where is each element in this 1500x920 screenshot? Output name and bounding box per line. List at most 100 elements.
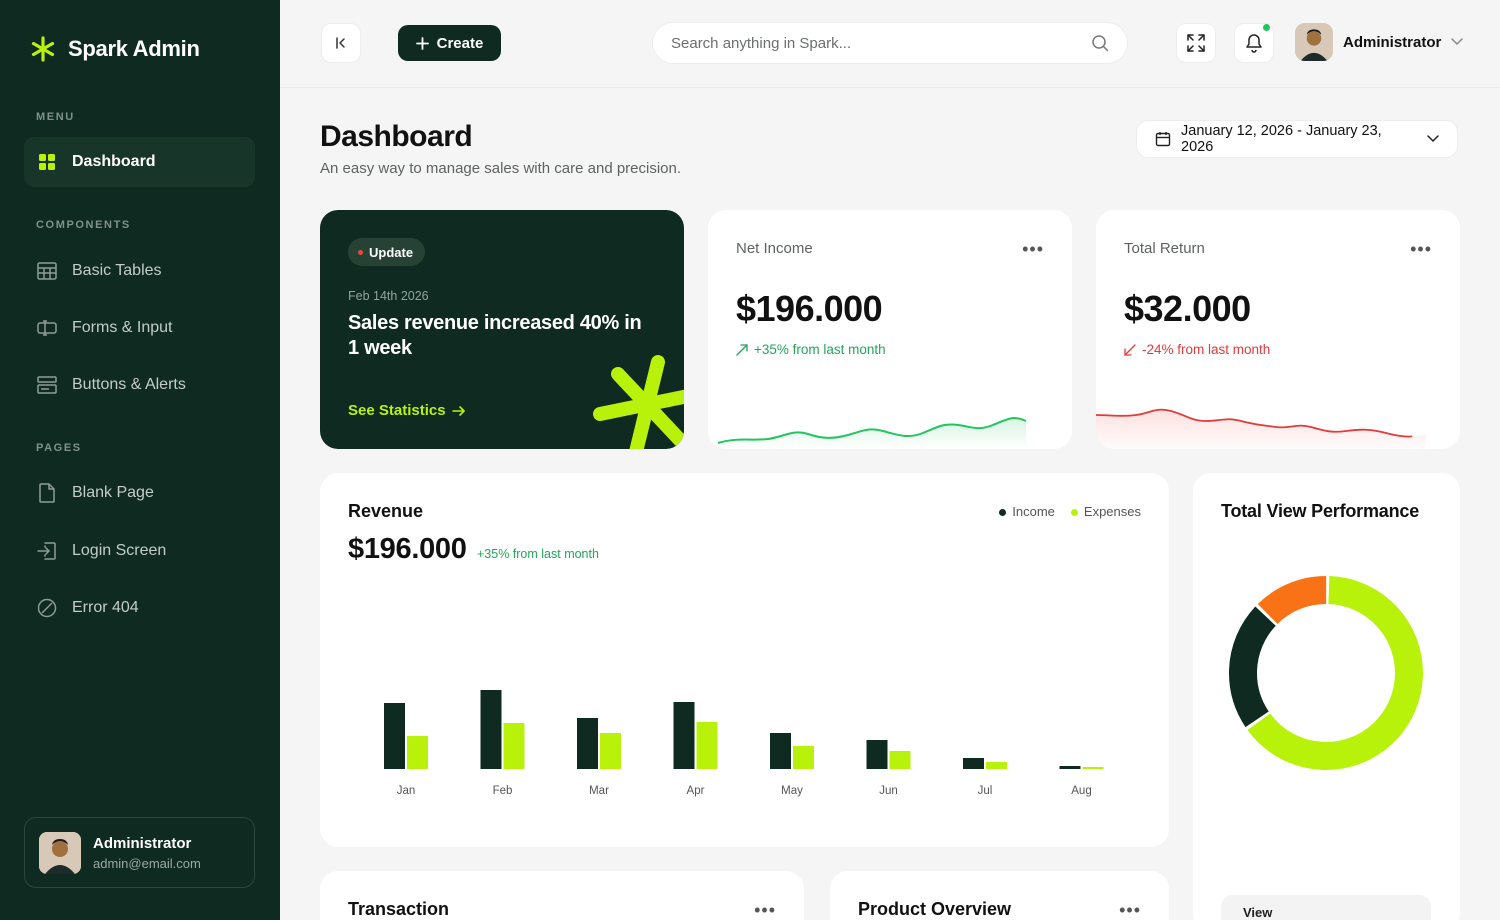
revenue-card: Revenue $196.000 +35% from last month In… xyxy=(320,473,1169,847)
total-view-card: Total View Performance View xyxy=(1193,473,1460,920)
bar-expenses-jul[interactable] xyxy=(986,762,1007,769)
date-range-value: January 12, 2026 - January 23, 2026 xyxy=(1181,123,1382,155)
sidebar-item-label: Login Screen xyxy=(72,542,167,559)
bar-income-aug[interactable] xyxy=(1059,766,1081,769)
sidebar-item-label: Error 404 xyxy=(72,599,139,616)
brand-logo[interactable]: Spark Admin xyxy=(30,36,200,62)
more-options-icon[interactable]: ••• xyxy=(1022,240,1044,258)
bar-income-jan[interactable] xyxy=(384,703,405,769)
bar-expenses-mar[interactable] xyxy=(600,733,621,769)
plus-icon xyxy=(415,36,429,50)
trend-down-icon xyxy=(1124,343,1136,356)
fullscreen-button[interactable] xyxy=(1176,23,1216,63)
error-icon xyxy=(36,597,58,619)
total-return-change-text: -24% from last month xyxy=(1142,342,1271,357)
sidebar-user-card[interactable]: Administrator admin@email.com xyxy=(24,817,255,888)
net-income-change-text: +35% from last month xyxy=(754,342,886,357)
login-icon xyxy=(36,540,58,562)
brand-name: Spark Admin xyxy=(68,36,200,61)
sidebar-user-email: admin@email.com xyxy=(93,855,201,871)
bar-expenses-may[interactable] xyxy=(793,746,814,769)
sidebar-item-forms-input[interactable]: Forms & Input xyxy=(24,303,255,353)
update-badge: Update xyxy=(348,238,426,266)
sidebar-item-label: Basic Tables xyxy=(72,262,162,279)
update-badge-label: Update xyxy=(369,244,414,260)
page-title: Dashboard xyxy=(320,120,473,153)
net-income-label: Net Income xyxy=(736,240,813,257)
profile-name: Administrator xyxy=(1343,33,1442,51)
bell-icon xyxy=(1246,34,1262,53)
sidebar-user-name: Administrator xyxy=(93,834,192,852)
chevron-down-icon xyxy=(1451,38,1464,46)
sidebar-item-dashboard[interactable]: Dashboard xyxy=(24,137,255,187)
calendar-icon xyxy=(1155,132,1171,147)
notification-dot xyxy=(1263,24,1270,31)
total-view-donut-chart xyxy=(1229,576,1423,770)
sidebar-item-error-404[interactable]: Error 404 xyxy=(24,583,255,633)
net-income-sparkline xyxy=(717,417,1027,449)
status-dot xyxy=(358,249,363,255)
pages-section-label: PAGES xyxy=(36,442,82,454)
bar-income-feb[interactable] xyxy=(480,690,502,769)
sidebar-item-login-screen[interactable]: Login Screen xyxy=(24,526,255,576)
sidebar-item-buttons-alerts[interactable]: Buttons & Alerts xyxy=(24,360,255,410)
date-range-picker[interactable]: January 12, 2026 - January 23, 2026 xyxy=(1136,120,1458,158)
transaction-card: Transaction ••• xyxy=(320,871,804,920)
net-income-card: Net Income ••• $196.000 +35% from last m… xyxy=(708,210,1072,449)
product-overview-title: Product Overview xyxy=(858,899,1012,919)
x-tick-label: May xyxy=(781,785,803,797)
grid-icon xyxy=(36,151,58,173)
menu-section-label: MENU xyxy=(36,111,75,123)
bar-expenses-apr[interactable] xyxy=(696,722,718,769)
chevron-down-icon xyxy=(1427,135,1439,143)
create-button[interactable]: Create xyxy=(398,25,501,61)
donut-slice-0[interactable] xyxy=(1229,576,1423,770)
spark-decoration-icon xyxy=(593,355,684,449)
see-statistics-link[interactable]: See Statistics xyxy=(348,402,466,419)
bar-income-may[interactable] xyxy=(770,733,791,769)
sidebar-item-label: Blank Page xyxy=(72,484,154,501)
x-tick-label: Jan xyxy=(397,785,416,797)
product-overview-card: Product Overview ••• xyxy=(830,871,1169,920)
x-tick-label: Aug xyxy=(1071,785,1091,797)
sidebar-item-label: Dashboard xyxy=(72,153,156,170)
view-legend-label: View xyxy=(1243,905,1273,920)
search-icon[interactable] xyxy=(1091,34,1109,52)
total-return-change: -24% from last month xyxy=(1124,342,1270,357)
total-return-label: Total Return xyxy=(1124,240,1205,257)
avatar xyxy=(1295,23,1333,61)
profile-menu[interactable]: Administrator xyxy=(1295,23,1464,61)
total-return-value: $32.000 xyxy=(1124,288,1251,329)
collapse-sidebar-button[interactable] xyxy=(321,23,361,63)
trend-up-icon xyxy=(736,343,748,356)
sidebar-item-blank-page[interactable]: Blank Page xyxy=(24,468,255,518)
more-options-icon[interactable]: ••• xyxy=(1119,901,1141,919)
net-income-change: +35% from last month xyxy=(736,342,886,357)
arrow-right-icon xyxy=(451,405,465,416)
more-options-icon[interactable]: ••• xyxy=(1410,240,1432,258)
view-legend-pill: View xyxy=(1221,895,1431,920)
more-options-icon[interactable]: ••• xyxy=(754,901,776,919)
bar-income-apr[interactable] xyxy=(673,702,695,769)
sidebar-item-label: Buttons & Alerts xyxy=(72,376,186,393)
x-tick-label: Jun xyxy=(879,785,898,797)
sidebar-item-basic-tables[interactable]: Basic Tables xyxy=(24,246,255,296)
bar-expenses-jan[interactable] xyxy=(407,736,428,769)
revenue-bar-chart: Jan Feb Mar Apr May Jun Jul Aug xyxy=(384,690,1104,797)
avatar xyxy=(39,831,81,874)
sidebar-item-label: Forms & Input xyxy=(72,319,173,336)
bar-expenses-feb[interactable] xyxy=(503,723,525,769)
bar-income-mar[interactable] xyxy=(577,718,598,769)
bar-income-jul[interactable] xyxy=(963,758,984,769)
notifications-button[interactable] xyxy=(1234,23,1274,63)
total-view-title: Total View Performance xyxy=(1221,501,1420,521)
bar-income-jun[interactable] xyxy=(866,740,888,769)
search-bar[interactable] xyxy=(652,22,1128,64)
collapse-icon xyxy=(336,37,345,49)
search-input[interactable] xyxy=(671,34,1091,52)
page-subtitle: An easy way to manage sales with care an… xyxy=(320,160,682,177)
bar-expenses-jun[interactable] xyxy=(889,751,911,769)
x-tick-label: Feb xyxy=(493,785,513,797)
form-input-icon xyxy=(36,317,58,339)
bar-expenses-aug[interactable] xyxy=(1082,767,1104,769)
